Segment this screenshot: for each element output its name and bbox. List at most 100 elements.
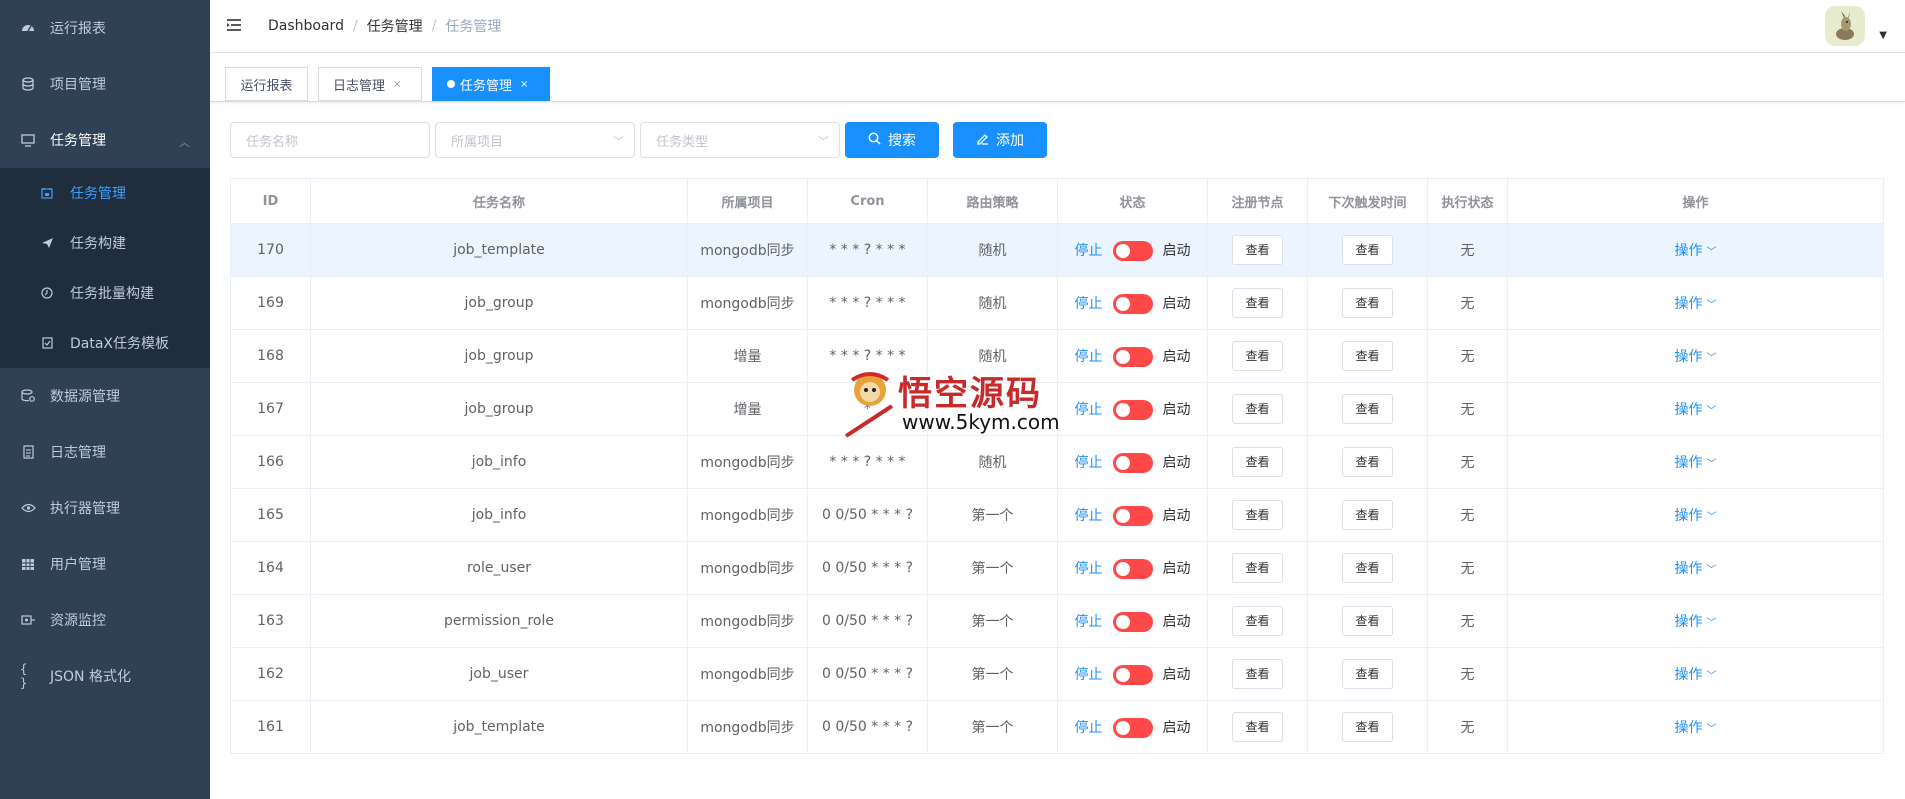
view-registry-button[interactable]: 查看 bbox=[1232, 659, 1283, 689]
view-next-trigger-button[interactable]: 查看 bbox=[1342, 288, 1393, 318]
cell-task-name: job_template bbox=[310, 700, 688, 754]
operations-dropdown[interactable]: 操作 ﹀ bbox=[1675, 455, 1717, 471]
status-switch[interactable] bbox=[1112, 664, 1153, 685]
table-row[interactable]: 169 job_group mongodb同步 * * * ? * * * 随机… bbox=[230, 276, 1884, 330]
view-registry-button[interactable]: 查看 bbox=[1232, 394, 1283, 424]
status-switch[interactable] bbox=[1112, 240, 1153, 261]
table-row[interactable]: 161 job_template mongodb同步 0 0/50 * * * … bbox=[230, 700, 1884, 754]
stop-label: 停止 bbox=[1074, 242, 1103, 259]
project-select[interactable]: 所属项目 ﹀ bbox=[435, 122, 635, 158]
operations-dropdown[interactable]: 操作 ﹀ bbox=[1675, 296, 1717, 312]
operations-dropdown[interactable]: 操作 ﹀ bbox=[1675, 720, 1717, 736]
status-switch[interactable] bbox=[1112, 346, 1153, 367]
sidebar-item-datasource[interactable]: 数据源管理 bbox=[0, 368, 210, 424]
view-registry-button[interactable]: 查看 bbox=[1232, 288, 1283, 318]
view-registry-button[interactable]: 查看 bbox=[1232, 606, 1283, 636]
sidebar-item-json-format[interactable]: { } JSON 格式化 bbox=[0, 648, 210, 704]
table-row[interactable]: 170 job_template mongodb同步 * * * ? * * *… bbox=[230, 223, 1884, 277]
tag-dashboard[interactable]: 运行报表 bbox=[225, 67, 308, 101]
operations-dropdown[interactable]: 操作 ﹀ bbox=[1675, 508, 1717, 524]
cell-cron: 0 0/50 * * * ? bbox=[807, 647, 928, 701]
cell-operations: 操作 ﹀ bbox=[1507, 435, 1884, 489]
cell-project: mongodb同步 bbox=[687, 647, 808, 701]
view-registry-button[interactable]: 查看 bbox=[1232, 712, 1283, 742]
task-name-input[interactable]: 任务名称 bbox=[230, 122, 430, 158]
operations-dropdown[interactable]: 操作 ﹀ bbox=[1675, 667, 1717, 683]
sidebar-subitem-task-build[interactable]: 任务构建 bbox=[0, 218, 210, 268]
breadcrumb-tasks[interactable]: 任务管理 bbox=[367, 16, 423, 36]
close-icon[interactable]: × bbox=[520, 79, 528, 90]
status-switch[interactable] bbox=[1112, 558, 1153, 579]
table-row[interactable]: 164 role_user mongodb同步 0 0/50 * * * ? 第… bbox=[230, 541, 1884, 595]
cell-task-name: job_group bbox=[310, 329, 688, 383]
cell-status: 停止 启动 bbox=[1057, 329, 1208, 383]
status-switch[interactable] bbox=[1112, 452, 1153, 473]
sidebar-subitem-task-batch-build[interactable]: 任务批量构建 bbox=[0, 268, 210, 318]
view-next-trigger-button[interactable]: 查看 bbox=[1342, 341, 1393, 371]
hamburger-icon[interactable] bbox=[227, 16, 243, 37]
view-next-trigger-button[interactable]: 查看 bbox=[1342, 553, 1393, 583]
status-switch[interactable] bbox=[1112, 293, 1153, 314]
sidebar-item-monitoring[interactable]: 资源监控 bbox=[0, 592, 210, 648]
status-switch[interactable] bbox=[1112, 399, 1153, 420]
switch-knob bbox=[1115, 508, 1130, 523]
view-registry-button[interactable]: 查看 bbox=[1232, 500, 1283, 530]
status-switch[interactable] bbox=[1112, 505, 1153, 526]
view-next-trigger-button[interactable]: 查看 bbox=[1342, 606, 1393, 636]
clock-icon bbox=[40, 286, 54, 300]
start-label: 启动 bbox=[1162, 560, 1191, 577]
sidebar-item-logs[interactable]: 日志管理 bbox=[0, 424, 210, 480]
cell-project: mongodb同步 bbox=[687, 700, 808, 754]
switch-knob bbox=[1115, 402, 1130, 417]
view-registry-button[interactable]: 查看 bbox=[1232, 341, 1283, 371]
cell-cron: 0 0/50 * * * ? bbox=[807, 488, 928, 542]
cell-exec-status: 无 bbox=[1427, 488, 1508, 542]
sidebar-subitem-task-management[interactable]: 任务管理 bbox=[0, 168, 210, 218]
eye-icon bbox=[20, 500, 36, 516]
stop-label: 停止 bbox=[1074, 454, 1103, 471]
operations-dropdown[interactable]: 操作 ﹀ bbox=[1675, 614, 1717, 630]
operations-dropdown[interactable]: 操作 ﹀ bbox=[1675, 561, 1717, 577]
start-label: 启动 bbox=[1162, 242, 1191, 259]
stop-label: 停止 bbox=[1074, 666, 1103, 683]
table-row[interactable]: 163 permission_role mongodb同步 0 0/50 * *… bbox=[230, 594, 1884, 648]
sidebar-item-projects[interactable]: 项目管理 bbox=[0, 56, 210, 112]
add-button[interactable]: 添加 bbox=[953, 122, 1047, 158]
close-icon[interactable]: × bbox=[393, 79, 401, 90]
view-next-trigger-button[interactable]: 查看 bbox=[1342, 394, 1393, 424]
view-next-trigger-button[interactable]: 查看 bbox=[1342, 235, 1393, 265]
view-next-trigger-button[interactable]: 查看 bbox=[1342, 712, 1393, 742]
view-registry-button[interactable]: 查看 bbox=[1232, 553, 1283, 583]
table-row[interactable]: 166 job_info mongodb同步 * * * ? * * * 随机 … bbox=[230, 435, 1884, 489]
sidebar-item-dashboard[interactable]: 运行报表 bbox=[0, 0, 210, 56]
avatar[interactable] bbox=[1825, 6, 1865, 46]
task-type-select[interactable]: 任务类型 ﹀ bbox=[640, 122, 840, 158]
sidebar-item-executors[interactable]: 执行器管理 bbox=[0, 480, 210, 536]
view-registry-button[interactable]: 查看 bbox=[1232, 235, 1283, 265]
operations-dropdown[interactable]: 操作 ﹀ bbox=[1675, 349, 1717, 365]
table-row[interactable]: 162 job_user mongodb同步 0 0/50 * * * ? 第一… bbox=[230, 647, 1884, 701]
cell-project: 增量 bbox=[687, 382, 808, 436]
caret-down-icon[interactable]: ▼ bbox=[1879, 30, 1887, 41]
operations-dropdown[interactable]: 操作 ﹀ bbox=[1675, 402, 1717, 418]
tag-logs[interactable]: 日志管理 × bbox=[318, 67, 422, 101]
view-registry-button[interactable]: 查看 bbox=[1232, 447, 1283, 477]
sidebar-item-tasks[interactable]: 任务管理 ︿ bbox=[0, 112, 210, 168]
breadcrumb-dashboard[interactable]: Dashboard bbox=[268, 18, 344, 34]
view-next-trigger-button[interactable]: 查看 bbox=[1342, 659, 1393, 689]
cell-id: 164 bbox=[230, 541, 311, 595]
tag-tasks[interactable]: 任务管理 × bbox=[432, 67, 550, 101]
status-switch[interactable] bbox=[1112, 611, 1153, 632]
status-switch[interactable] bbox=[1112, 717, 1153, 738]
operations-dropdown[interactable]: 操作 ﹀ bbox=[1675, 243, 1717, 259]
chevron-down-icon: ﹀ bbox=[1706, 512, 1717, 523]
search-button[interactable]: 搜索 bbox=[845, 122, 939, 158]
view-next-trigger-button[interactable]: 查看 bbox=[1342, 500, 1393, 530]
table-row[interactable]: 165 job_info mongodb同步 0 0/50 * * * ? 第一… bbox=[230, 488, 1884, 542]
cell-project: mongodb同步 bbox=[687, 435, 808, 489]
sidebar-item-users[interactable]: 用户管理 bbox=[0, 536, 210, 592]
view-next-trigger-button[interactable]: 查看 bbox=[1342, 447, 1393, 477]
sidebar-subitem-datax-template[interactable]: DataX任务模板 bbox=[0, 318, 210, 368]
cell-exec-status: 无 bbox=[1427, 541, 1508, 595]
cell-project: mongodb同步 bbox=[687, 541, 808, 595]
